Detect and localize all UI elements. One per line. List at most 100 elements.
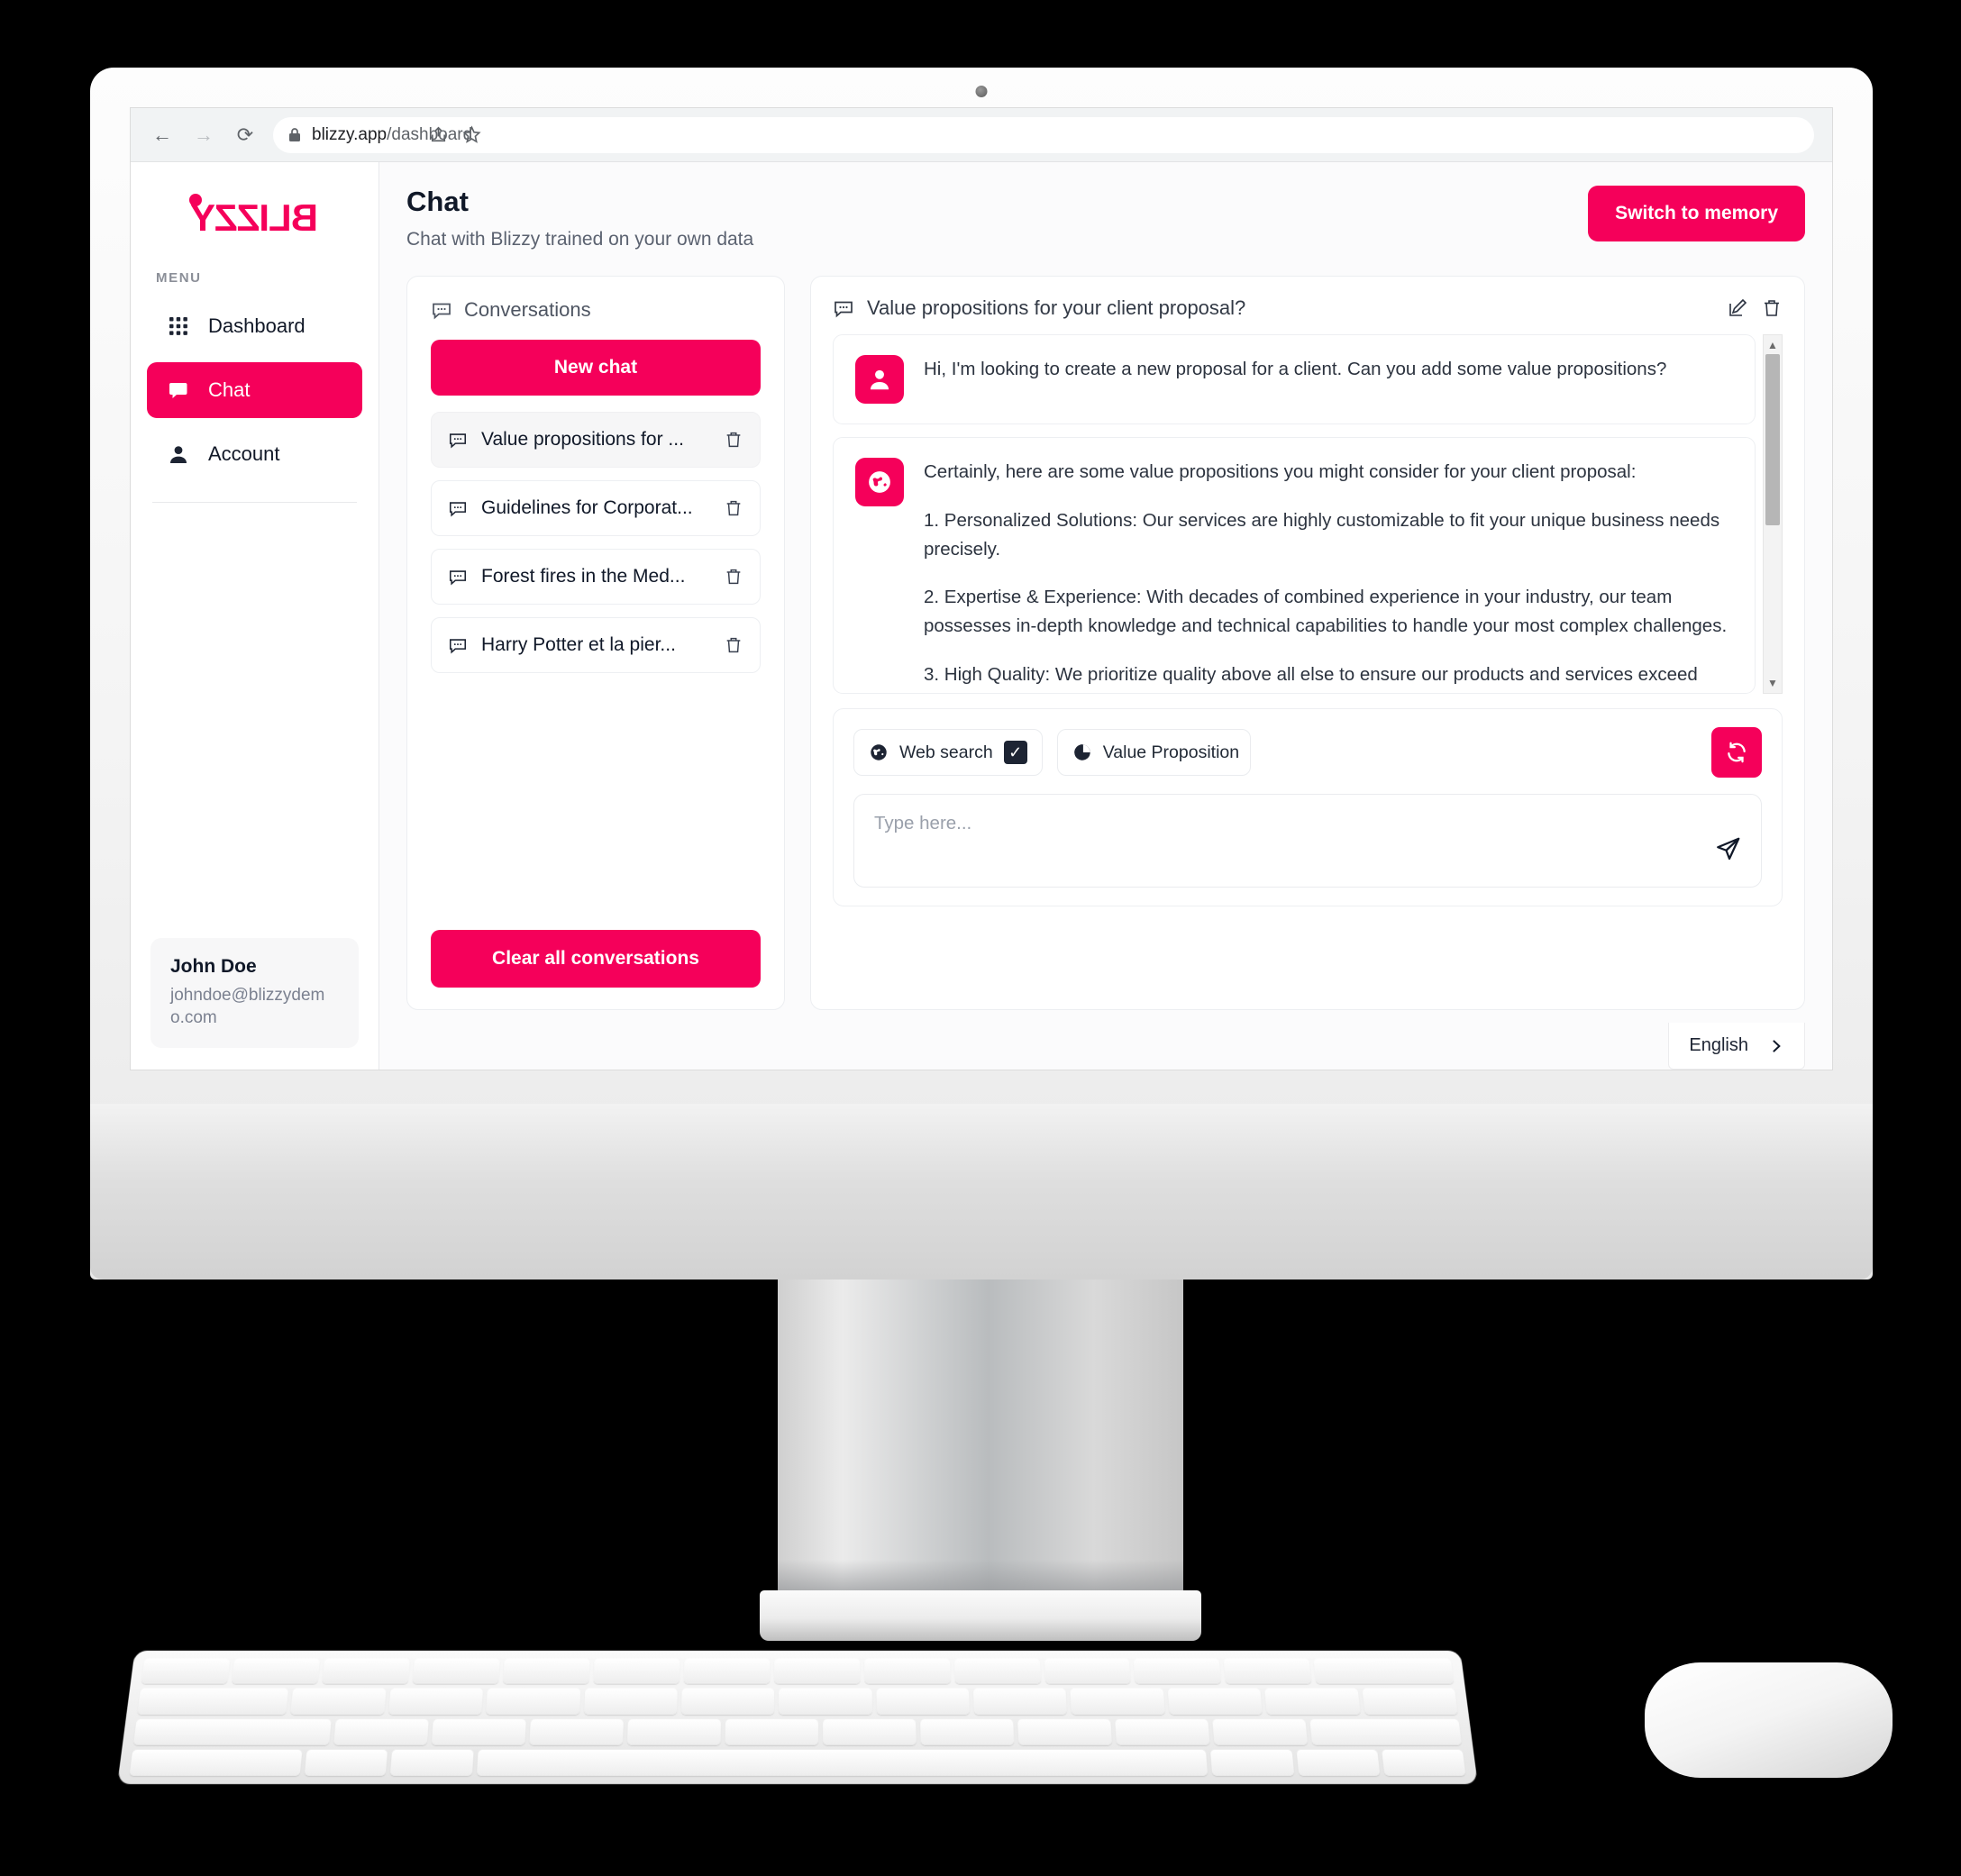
scrollbar-track[interactable] [1764, 351, 1782, 678]
chat-message-assistant: Certainly, here are some value propositi… [833, 437, 1756, 694]
key [683, 1658, 771, 1684]
chat-header: Value propositions for your client propo… [833, 296, 1783, 320]
value-proposition-chip[interactable]: Value Proposition [1056, 729, 1251, 776]
refresh-button[interactable] [1711, 727, 1762, 778]
conversations-panel: Conversations New chat Value proposition… [406, 276, 785, 1010]
message-paragraph: Certainly, here are some value propositi… [924, 461, 1637, 482]
key [972, 1688, 1068, 1715]
key [1115, 1718, 1210, 1745]
key [390, 1749, 474, 1776]
chat-bubble-icon [833, 297, 854, 319]
trash-icon[interactable] [724, 635, 743, 655]
brand-logo-dot [189, 194, 202, 206]
key [322, 1658, 410, 1684]
key [680, 1688, 775, 1715]
desktop-scene: ← → ⟳ blizzy.app/dashboard BLIZZY MENU D… [0, 0, 1961, 1876]
language-bar: English [406, 1023, 1805, 1070]
sidebar-item-account[interactable]: Account [147, 426, 362, 482]
chat-bubble-icon [167, 378, 190, 402]
language-label: English [1689, 1035, 1748, 1055]
trash-icon[interactable] [724, 567, 743, 587]
key [779, 1688, 872, 1715]
key [1017, 1718, 1113, 1745]
monitor-stand-neck [778, 1280, 1183, 1599]
messages-list: Hi, I'm looking to create a new proposal… [833, 334, 1756, 694]
person-icon [855, 355, 904, 404]
key [876, 1688, 970, 1715]
key [593, 1658, 680, 1684]
key [486, 1688, 580, 1715]
profile-name: John Doe [170, 955, 257, 977]
scroll-up-arrow-icon[interactable]: ▲ [1767, 340, 1778, 351]
key [627, 1718, 722, 1745]
trash-icon[interactable] [724, 430, 743, 450]
switch-to-memory-button[interactable]: Switch to memory [1588, 186, 1805, 241]
user-profile-card[interactable]: John Doe johndoe@blizzydemo.com [150, 937, 359, 1048]
conversation-item[interactable]: Forest fires in the Med... [431, 549, 761, 605]
clear-all-conversations-button[interactable]: Clear all conversations [431, 930, 761, 988]
key [141, 1658, 231, 1684]
key [1044, 1658, 1132, 1684]
key [1210, 1749, 1294, 1776]
chat-bottom-spacer [833, 906, 1783, 993]
key [725, 1718, 819, 1745]
key [583, 1688, 678, 1715]
conversations-spacer [431, 673, 761, 930]
key [137, 1688, 289, 1715]
conversation-item[interactable]: Value propositions for ... [431, 412, 761, 468]
message-input-wrapper[interactable] [853, 794, 1762, 888]
key [1070, 1688, 1165, 1715]
trash-icon[interactable] [724, 498, 743, 518]
conversation-item[interactable]: Guidelines for Corporat... [431, 480, 761, 536]
scrollbar-thumb[interactable] [1765, 354, 1780, 525]
key [231, 1658, 320, 1684]
key [1381, 1749, 1466, 1776]
chat-bubble-icon [431, 299, 452, 321]
messages-scrollbar[interactable]: ▲ ▼ [1763, 334, 1783, 694]
globe-icon [869, 742, 889, 762]
conversations-header: Conversations [431, 298, 761, 322]
edit-icon[interactable] [1727, 297, 1748, 319]
profile-email: johndoe@blizzydemo.com [170, 985, 325, 1028]
lock-icon [287, 127, 302, 143]
language-selector[interactable]: English [1668, 1023, 1805, 1070]
reload-icon[interactable]: ⟳ [232, 122, 259, 149]
globe-icon [855, 458, 904, 506]
new-chat-button[interactable]: New chat [431, 340, 761, 396]
web-search-toggle-chip[interactable]: Web search ✓ [853, 729, 1043, 776]
key [1167, 1688, 1263, 1715]
key [132, 1718, 333, 1745]
key [920, 1718, 1015, 1745]
conversation-title: Forest fires in the Med... [481, 566, 686, 587]
chat-header-actions [1727, 297, 1783, 319]
scroll-down-arrow-icon[interactable]: ▼ [1767, 678, 1778, 688]
share-icon[interactable] [428, 124, 449, 145]
send-icon[interactable] [1714, 836, 1741, 863]
chip-label: Web search [899, 742, 993, 762]
web-search-checkbox[interactable]: ✓ [1003, 741, 1027, 764]
person-icon [167, 444, 190, 464]
conversations-list: Value propositions for ... Guidelines fo… [431, 412, 761, 673]
brand-logo[interactable]: BLIZZY [131, 182, 379, 247]
back-arrow-icon[interactable]: ← [149, 122, 176, 149]
page-title: Chat [406, 186, 469, 217]
key [1134, 1658, 1222, 1684]
keyboard-row [137, 1688, 1458, 1715]
chat-panel: Value propositions for your client propo… [810, 276, 1805, 1010]
sidebar-item-dashboard[interactable]: Dashboard [147, 298, 362, 354]
sidebar-item-label: Chat [208, 378, 251, 401]
sidebar-item-chat[interactable]: Chat [147, 362, 362, 418]
message-input[interactable] [874, 813, 1741, 834]
message-paragraph: 3. High Quality: We prioritize quality a… [924, 663, 1698, 693]
star-icon[interactable] [461, 124, 482, 145]
key [1362, 1688, 1458, 1715]
key [773, 1658, 861, 1684]
key [1264, 1688, 1361, 1715]
forward-arrow-icon[interactable]: → [190, 122, 217, 149]
trash-icon[interactable] [1761, 297, 1783, 319]
address-bar[interactable]: blizzy.app/dashboard [273, 116, 1814, 153]
conversation-item[interactable]: Harry Potter et la pier... [431, 617, 761, 673]
chat-bubble-icon [448, 567, 468, 587]
main-content: Chat Chat with Blizzy trained on your ow… [379, 162, 1832, 1070]
